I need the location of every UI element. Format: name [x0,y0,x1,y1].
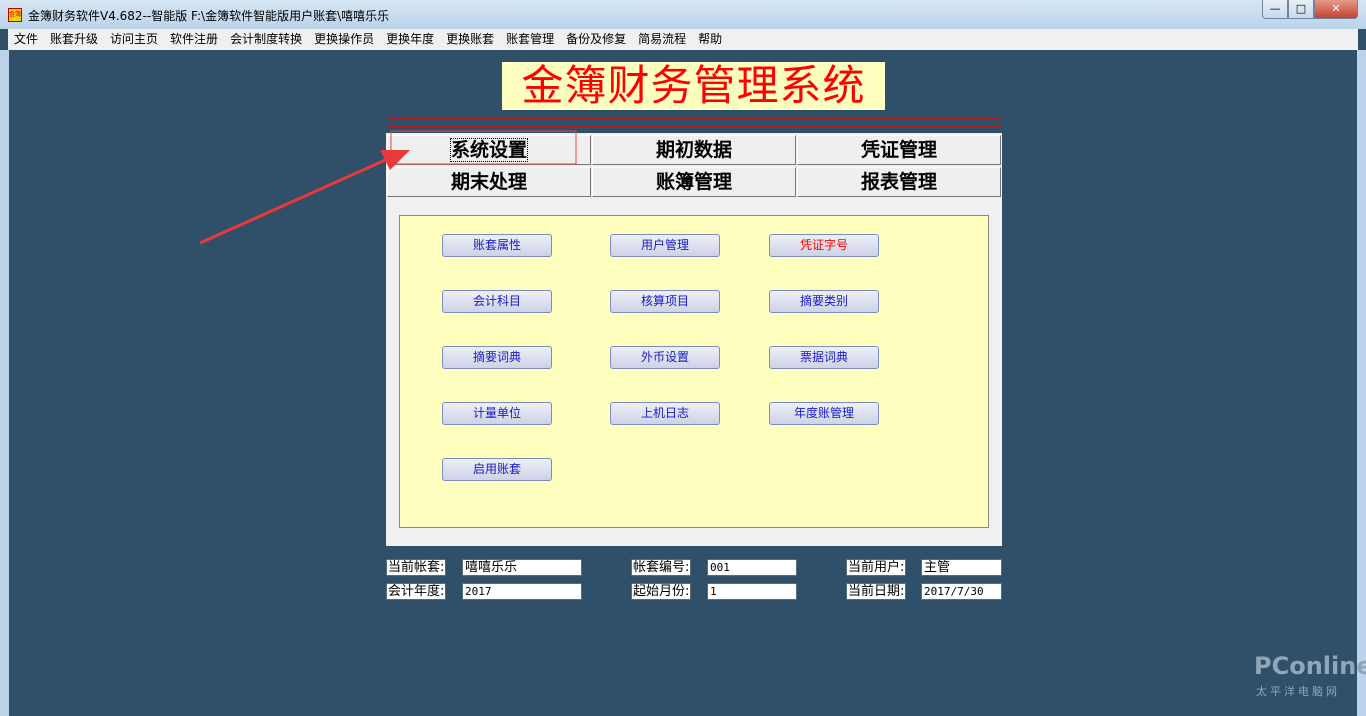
watermark-sub: 太平洋电脑网 [1256,685,1340,698]
watermark-brand: PConline [1254,652,1366,680]
annotation-arrow-icon [199,130,577,245]
